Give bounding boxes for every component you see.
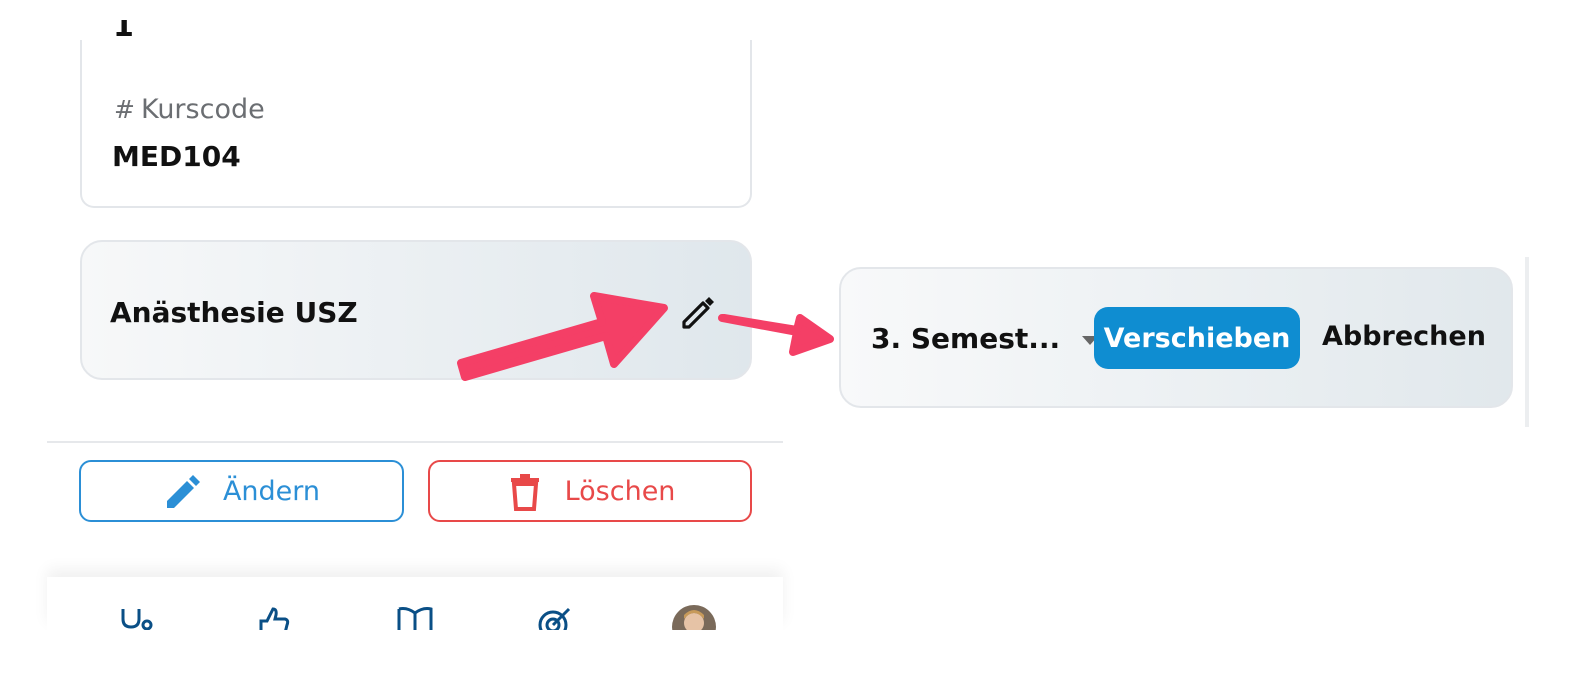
thumbs-up-icon[interactable] bbox=[257, 605, 293, 630]
cut-off-value: 1 bbox=[113, 20, 134, 40]
edit-button[interactable]: Ändern bbox=[79, 460, 404, 522]
divider bbox=[47, 441, 783, 443]
stethoscope-icon[interactable] bbox=[119, 605, 155, 630]
delete-button[interactable]: Löschen bbox=[428, 460, 752, 522]
hash-icon: # bbox=[114, 95, 135, 124]
course-name: Anästhesie USZ bbox=[110, 296, 358, 329]
trash-icon bbox=[510, 474, 539, 511]
course-code-label: # Kurscode bbox=[114, 94, 265, 125]
pencil-icon[interactable] bbox=[678, 292, 718, 332]
semester-select[interactable]: 3. Semest... bbox=[871, 322, 1099, 355]
delete-button-label: Löschen bbox=[564, 475, 676, 507]
pencil-icon bbox=[166, 475, 200, 508]
edit-button-label: Ändern bbox=[222, 475, 321, 507]
clip-mask bbox=[0, 630, 1596, 680]
book-icon[interactable] bbox=[397, 605, 433, 630]
cancel-button[interactable]: Abbrechen bbox=[1322, 321, 1486, 352]
move-button[interactable]: Verschieben bbox=[1094, 307, 1300, 369]
course-code-label-text: Kurscode bbox=[140, 94, 265, 125]
semester-select-value: 3. Semest... bbox=[871, 322, 1061, 355]
target-icon[interactable] bbox=[537, 605, 573, 630]
panel-edge bbox=[1525, 257, 1529, 427]
course-code-value: MED104 bbox=[112, 140, 241, 173]
